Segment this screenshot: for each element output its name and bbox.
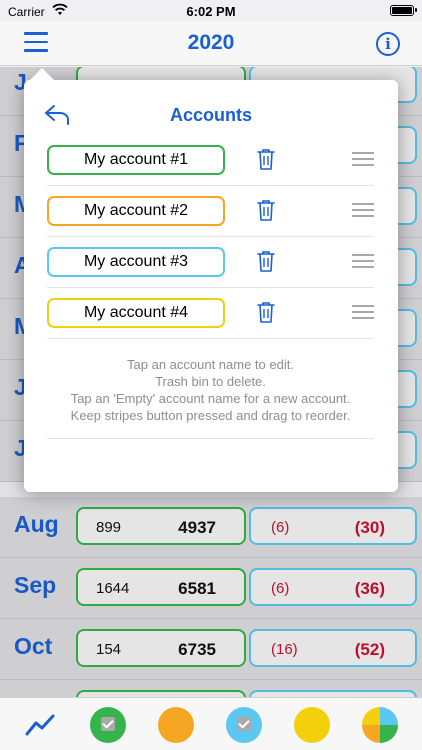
help-line: Tap an 'Empty' account name for a new ac…: [70, 391, 351, 406]
check-icon: [237, 717, 251, 731]
all-accounts-pie-icon[interactable]: [362, 707, 398, 743]
check-icon: [101, 717, 115, 731]
year-title: 2020: [187, 31, 235, 54]
info-icon[interactable]: i: [376, 32, 400, 56]
account-name-button[interactable]: My account #2: [47, 196, 225, 226]
trash-icon[interactable]: [255, 198, 277, 222]
account-yellow-icon[interactable]: [294, 707, 330, 743]
trash-icon[interactable]: [255, 249, 277, 273]
drag-handle-icon[interactable]: [352, 254, 374, 268]
battery-icon: [390, 5, 417, 16]
account-row: My account #3: [47, 237, 374, 288]
help-text: Tap an account name to edit. Trash bin t…: [47, 350, 374, 424]
popover-title: Accounts: [169, 105, 252, 125]
clock: 6:02 PM: [186, 4, 236, 19]
help-line: Keep stripes button pressed and drag to …: [70, 408, 351, 423]
navigation-bar: 2020 i: [0, 22, 422, 66]
chart-line-icon[interactable]: [22, 707, 58, 743]
drag-handle-icon[interactable]: [352, 203, 374, 217]
tab-bar: [0, 697, 422, 750]
popover-arrow: [30, 68, 54, 80]
account-row: My account #4: [47, 288, 374, 339]
account-name-button[interactable]: My account #4: [47, 298, 225, 328]
status-bar: Carrier 6:02 PM: [0, 0, 422, 22]
drag-handle-icon[interactable]: [352, 152, 374, 166]
help-line: Tap an account name to edit.: [127, 357, 294, 372]
trash-icon[interactable]: [255, 300, 277, 324]
account-name-button[interactable]: My account #1: [47, 145, 225, 175]
trash-icon[interactable]: [255, 147, 277, 171]
account-orange-icon[interactable]: [158, 707, 194, 743]
account-row: My account #2: [47, 186, 374, 237]
account-blue-check-icon[interactable]: [226, 707, 262, 743]
accounts-popover: Accounts My account #1 My account #2 My ac…: [24, 68, 398, 492]
account-row: My account #1: [47, 135, 374, 186]
help-line: Trash bin to delete.: [155, 374, 266, 389]
divider: [47, 438, 374, 439]
account-green-check-icon[interactable]: [90, 707, 126, 743]
drag-handle-icon[interactable]: [352, 305, 374, 319]
account-name-button[interactable]: My account #3: [47, 247, 225, 277]
